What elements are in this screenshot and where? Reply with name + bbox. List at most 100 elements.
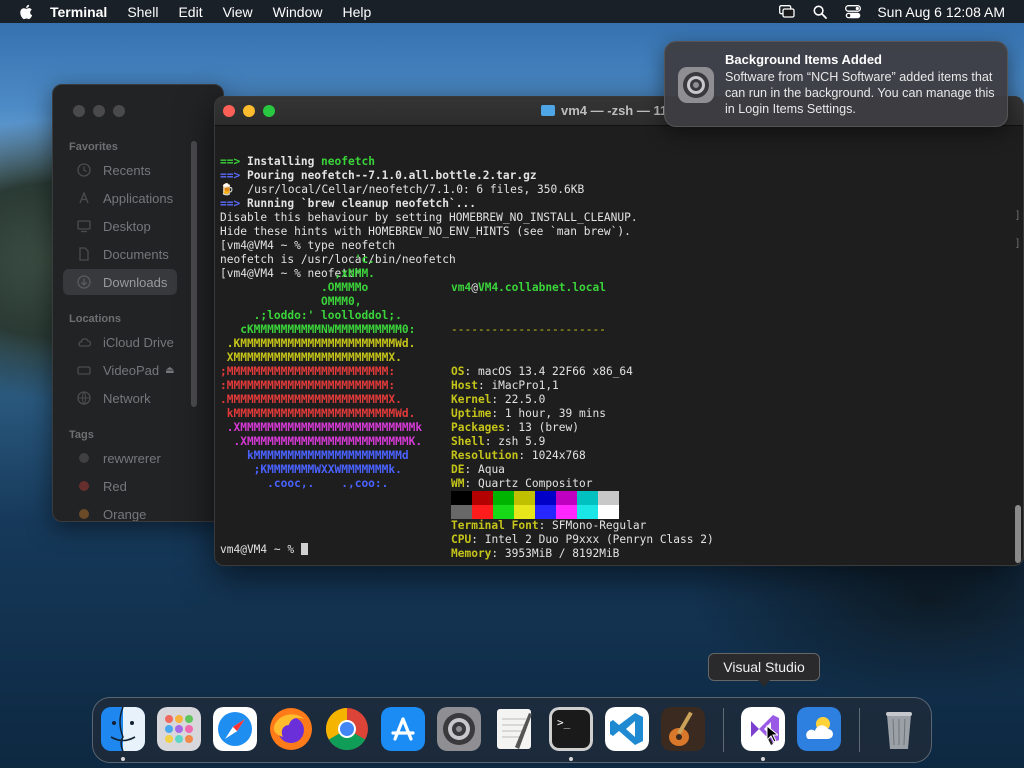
info-colon: : xyxy=(491,393,505,406)
finder-zoom-button[interactable] xyxy=(113,105,125,117)
system-settings-icon xyxy=(677,66,715,104)
info-value: SFMono-Regular xyxy=(552,519,647,532)
palette-swatch xyxy=(577,491,598,505)
sidebar-tag-red[interactable]: Red xyxy=(63,473,223,499)
info-line: Shell: zsh 5.9 xyxy=(451,435,714,449)
dock-app-store-icon[interactable] xyxy=(381,707,425,751)
info-value: iMacPro1,1 xyxy=(491,379,559,392)
finder-sidebar-scrollbar[interactable] xyxy=(191,141,197,407)
info-value: Quartz Compositor xyxy=(477,477,593,490)
info-value: macOS 13.4 22F66 x86_64 xyxy=(477,365,633,378)
notification-banner[interactable]: Background Items Added Software from “NC… xyxy=(664,41,1008,127)
ascii-art-line: kMMMMMMMMMMMMMMMMMMMMMMMMWd. xyxy=(220,407,416,420)
dock-garageband-icon[interactable] xyxy=(661,707,705,751)
dock-launchpad-icon[interactable] xyxy=(157,707,201,751)
tag-dot-icon xyxy=(79,509,89,519)
sidebar-item-label: Red xyxy=(103,478,127,494)
terminal-text: [vm4@VM4 ~ % type neofetch xyxy=(220,239,396,252)
sidebar-item-desktop[interactable]: Desktop xyxy=(63,213,223,239)
sidebar-item-icloud-drive[interactable]: iCloud Drive xyxy=(63,329,223,355)
palette-swatch xyxy=(514,505,535,519)
info-colon: : xyxy=(464,365,478,378)
terminal-title: vm4 — -zsh — 11 xyxy=(541,103,667,118)
terminal-output[interactable]: ==> Installing neofetch ==> Pouring neofe… xyxy=(220,127,1010,563)
terminal-scrollbar[interactable] xyxy=(1015,505,1021,563)
dock-vscode-icon[interactable] xyxy=(605,707,649,751)
finder-window-controls xyxy=(73,105,125,117)
control-center-icon[interactable] xyxy=(844,4,862,19)
menubar-clock[interactable]: Sun Aug 6 12:08 AM xyxy=(877,4,1005,20)
sidebar-item-videopad[interactable]: VideoPad ⏏ xyxy=(63,357,223,383)
info-value: zsh 5.9 xyxy=(498,435,546,448)
dock-finder-icon[interactable] xyxy=(101,707,145,751)
info-line: Memory: 3953MiB / 8192MiB xyxy=(451,547,714,561)
info-line: WM: Quartz Compositor xyxy=(451,477,714,491)
sidebar-item-label: Network xyxy=(103,390,151,406)
sidebar-item-documents[interactable]: Documents xyxy=(63,241,223,267)
dock-firefox-icon[interactable] xyxy=(269,707,313,751)
dock-terminal-icon[interactable]: >_ xyxy=(549,707,593,751)
dock-textedit-icon[interactable] xyxy=(493,707,537,751)
ascii-art-line: cKMMMMMMMMMMNWMMMMMMMMMM0: xyxy=(220,323,416,336)
dock-weather-icon[interactable] xyxy=(797,707,841,751)
screen-mirroring-icon[interactable] xyxy=(778,5,796,19)
info-key: WM xyxy=(451,477,465,490)
palette-swatch xyxy=(514,491,535,505)
close-button[interactable] xyxy=(223,105,235,117)
running-indicator xyxy=(121,757,125,761)
info-colon: : xyxy=(538,519,553,532)
cloud-icon xyxy=(77,335,92,349)
dock-chrome-icon[interactable] xyxy=(325,707,369,751)
terminal-text: Installing xyxy=(246,155,322,168)
host-at: @ xyxy=(471,281,478,294)
menu-shell[interactable]: Shell xyxy=(127,4,158,20)
scroll-mark: ] xyxy=(1016,238,1019,249)
info-line: Uptime: 1 hour, 39 mins xyxy=(451,407,714,421)
dock-system-settings-icon[interactable] xyxy=(437,707,481,751)
neofetch-apple-logo: 'c. ,xNMM. .OMMMMo OMMM0, .;loddo:' lool… xyxy=(220,253,422,491)
dock-trash-icon[interactable] xyxy=(877,707,921,751)
palette-swatch xyxy=(493,505,514,519)
terminal-title-text: vm4 — -zsh — 11 xyxy=(561,103,668,118)
palette-swatch xyxy=(535,491,556,505)
minimize-button[interactable] xyxy=(243,105,255,117)
sidebar-section-locations: Locations xyxy=(69,313,121,325)
sidebar-item-applications[interactable]: Applications xyxy=(63,185,223,211)
info-key: Memory xyxy=(451,547,492,560)
ascii-art-line: .cooc,. .,coo:. xyxy=(220,477,389,490)
applications-icon xyxy=(77,191,91,205)
sidebar-item-label: Applications xyxy=(103,190,174,206)
eject-icon[interactable]: ⏏ xyxy=(165,365,174,376)
zoom-button[interactable] xyxy=(263,105,275,117)
dock-safari-icon[interactable] xyxy=(213,707,257,751)
menu-help[interactable]: Help xyxy=(342,4,371,20)
info-key: Shell xyxy=(451,435,485,448)
folder-icon xyxy=(541,105,555,116)
info-colon: : xyxy=(491,407,505,420)
info-colon: : xyxy=(464,477,478,490)
palette-swatch xyxy=(556,505,577,519)
ascii-art-line: XMMMMMMMMMMMMMMMMMMMMMMMX. xyxy=(220,351,402,364)
info-key: DE xyxy=(451,463,465,476)
sidebar-item-recents[interactable]: Recents xyxy=(63,157,223,183)
sidebar-tag-rewwrerer[interactable]: rewwrerer xyxy=(63,445,223,471)
palette-swatch xyxy=(535,505,556,519)
host-user: vm4 xyxy=(451,281,472,294)
menu-window[interactable]: Window xyxy=(273,4,323,20)
spotlight-search-icon[interactable] xyxy=(811,4,829,19)
info-value: 3953MiB / 8192MiB xyxy=(504,547,620,560)
palette-swatch xyxy=(451,491,472,505)
finder-minimize-button[interactable] xyxy=(93,105,105,117)
menu-edit[interactable]: Edit xyxy=(178,4,202,20)
info-line: Host: iMacPro1,1 xyxy=(451,379,714,393)
menu-view[interactable]: View xyxy=(223,4,253,20)
dock-visual-studio-icon[interactable] xyxy=(741,707,785,751)
desktop-icon xyxy=(77,219,91,233)
apple-menu-icon[interactable] xyxy=(16,4,36,20)
sidebar-item-downloads[interactable]: Downloads xyxy=(63,269,177,295)
sidebar-item-network[interactable]: Network xyxy=(63,385,223,411)
sidebar-tag-orange[interactable]: Orange xyxy=(63,501,223,521)
finder-close-button[interactable] xyxy=(73,105,85,117)
menu-app-name[interactable]: Terminal xyxy=(50,4,107,20)
info-key: Kernel xyxy=(451,393,492,406)
